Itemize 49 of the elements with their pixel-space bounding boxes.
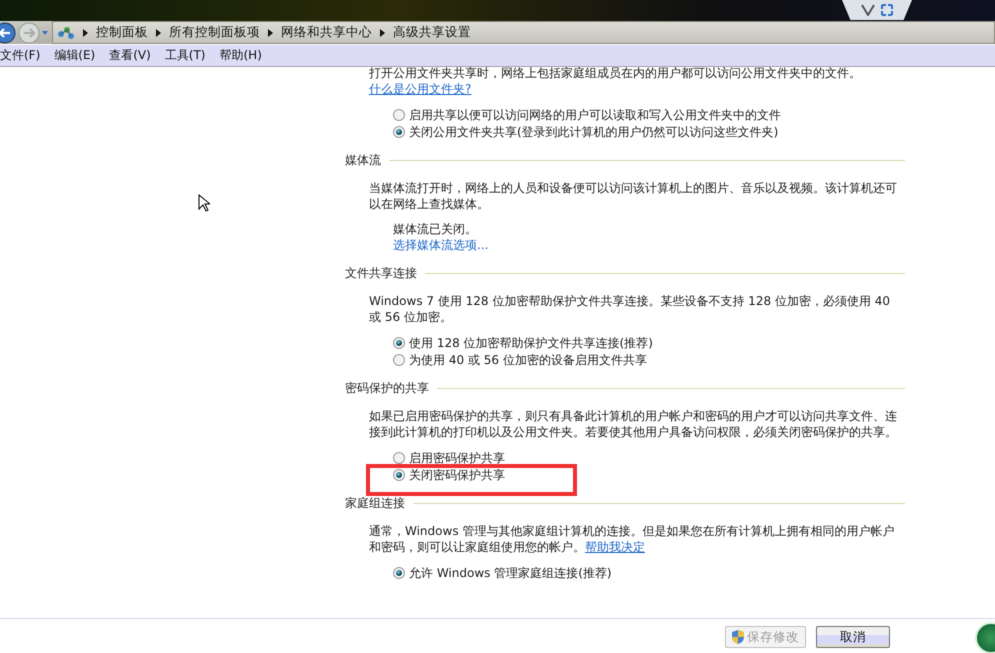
section-description: 如果已启用密码保护的共享，则只有具备此计算机的用户帐户和密码的用户才可以访问共享文件、连接到此计算机的打印机以及公用文件夹。若要使其他用户具备访问权限，必须关闭密码保护的共享。 — [369, 408, 898, 440]
radio-label[interactable]: 为使用 40 或 56 位加密的设备启用文件共享 — [409, 352, 647, 368]
breadcrumb-item[interactable]: 网络和共享中心 — [281, 24, 372, 41]
menu-item[interactable]: 查看(V) — [109, 47, 151, 64]
radio-label[interactable]: 关闭密码保护共享 — [409, 466, 505, 482]
section-description: Windows 7 使用 128 位加密帮助保护文件共享连接。某些设备不支持 128 位加密，必须使用 40 或 56 位加密。 — [369, 293, 891, 325]
network-icon — [57, 26, 75, 40]
shield-icon — [732, 630, 744, 644]
dropdown-icon[interactable] — [42, 30, 48, 34]
mouse-cursor-icon — [198, 194, 210, 212]
radio-label[interactable]: 允许 Windows 管理家庭组连接(推荐) — [409, 564, 612, 580]
breadcrumb-arrow-icon[interactable] — [380, 28, 385, 36]
menu-item[interactable]: 文件(F) — [0, 47, 40, 64]
breadcrumb-item[interactable]: 高级共享设置 — [393, 24, 471, 41]
breadcrumb-arrow-icon[interactable] — [83, 28, 88, 36]
breadcrumb-arrow-icon[interactable] — [268, 28, 273, 36]
radio-label[interactable]: 使用 128 位加密帮助保护文件共享连接(推荐) — [409, 334, 653, 350]
help-link[interactable]: 帮助我决定 — [585, 540, 645, 554]
chevron-icon[interactable] — [861, 4, 875, 16]
breadcrumb-arrow-icon[interactable] — [156, 28, 161, 36]
radio-button[interactable] — [393, 468, 405, 480]
section-heading: 文件共享连接 — [345, 265, 417, 281]
radio-button[interactable] — [393, 566, 405, 578]
radio-label[interactable]: 启用共享以便可以访问网络的用户可以读取和写入公用文件夹中的文件 — [409, 106, 781, 122]
breadcrumb-item[interactable]: 所有控制面板项 — [169, 24, 260, 41]
menu-item[interactable]: 编辑(E) — [54, 47, 96, 64]
section-heading: 密码保护的共享 — [345, 380, 429, 396]
radio-button[interactable] — [393, 336, 405, 348]
radio-button[interactable] — [393, 108, 405, 120]
section-heading: 家庭组连接 — [345, 495, 405, 511]
radio-label[interactable]: 关闭公用文件夹共享(登录到此计算机的用户仍然可以访问这些文件夹) — [409, 124, 778, 140]
menu-item[interactable]: 帮助(H) — [220, 47, 262, 64]
radio-label[interactable]: 启用密码保护共享 — [409, 450, 505, 466]
status-text: 媒体流已关闭。 — [393, 221, 477, 237]
options-link[interactable]: 选择媒体流选项... — [393, 237, 488, 253]
address-bar[interactable]: 控制面板 所有控制面板项 网络和共享中心 高级共享设置 — [52, 21, 995, 44]
back-button[interactable] — [0, 22, 16, 44]
help-link[interactable]: 什么是公用文件夹? — [369, 82, 472, 96]
section-description: 打开公用文件夹共享时，网络上包括家庭组成员在内的用户都可以访问公用文件夹中的文件。 什么是公用文件夹? — [369, 67, 862, 97]
radio-button[interactable] — [393, 452, 405, 464]
radio-button[interactable] — [393, 354, 405, 366]
dialog-button[interactable]: 取消 — [816, 626, 890, 648]
section-heading: 媒体流 — [345, 152, 381, 168]
menu-item[interactable]: 工具(T) — [164, 47, 206, 64]
expand-icon[interactable] — [881, 4, 893, 16]
section-description: 当媒体流打开时，网络上的人员和设备便可以访问该计算机上的图片、音乐以及视频。该计算机还可以在网络上查找媒体。 — [369, 180, 898, 212]
breadcrumb-item[interactable]: 控制面板 — [96, 24, 148, 41]
radio-button[interactable] — [393, 126, 405, 138]
section-description: 通常，Windows 管理与其他家庭组计算机的连接。但是如果您在所有计算机上拥有相同的用户帐户和密码，则可以让家庭组使用您的帐户。帮助我决定 — [369, 523, 896, 555]
